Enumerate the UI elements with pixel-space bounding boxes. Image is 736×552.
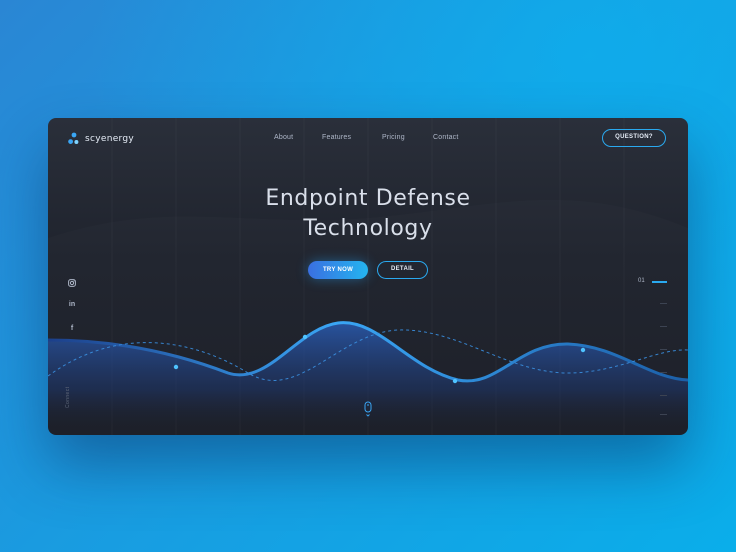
wave-visualization xyxy=(48,321,688,435)
instagram-icon[interactable] xyxy=(67,279,77,287)
slide-tick xyxy=(660,395,667,396)
slide-tick xyxy=(660,303,667,304)
main-nav: About Features Pricing Contact xyxy=(48,134,688,146)
nav-pricing[interactable]: Pricing xyxy=(382,134,405,141)
slide-indicator-active[interactable] xyxy=(652,281,667,283)
hero-title: Endpoint Defense Technology xyxy=(168,184,568,244)
hero-title-line-1: Endpoint Defense xyxy=(265,186,471,211)
landing-card: scyenergy About Features Pricing Contact… xyxy=(48,118,688,435)
question-button[interactable]: QUESTION? xyxy=(602,129,666,147)
hero-title-line-2: Technology xyxy=(303,216,433,241)
nav-features[interactable]: Features xyxy=(322,134,351,141)
slide-tick xyxy=(660,349,667,350)
slide-tick xyxy=(660,414,667,415)
scroll-mouse-icon[interactable] xyxy=(364,401,372,419)
nav-contact[interactable]: Contact xyxy=(433,134,459,141)
slide-tick xyxy=(660,372,667,373)
facebook-icon[interactable]: f xyxy=(67,325,77,332)
try-now-button[interactable]: TRY NOW xyxy=(308,261,368,279)
linkedin-icon[interactable]: in xyxy=(67,301,77,308)
nav-about[interactable]: About xyxy=(274,134,293,141)
connect-label: Connect xyxy=(65,386,71,408)
slide-number: 01 xyxy=(638,278,645,284)
detail-button[interactable]: DETAIL xyxy=(377,261,428,279)
slide-tick xyxy=(660,326,667,327)
